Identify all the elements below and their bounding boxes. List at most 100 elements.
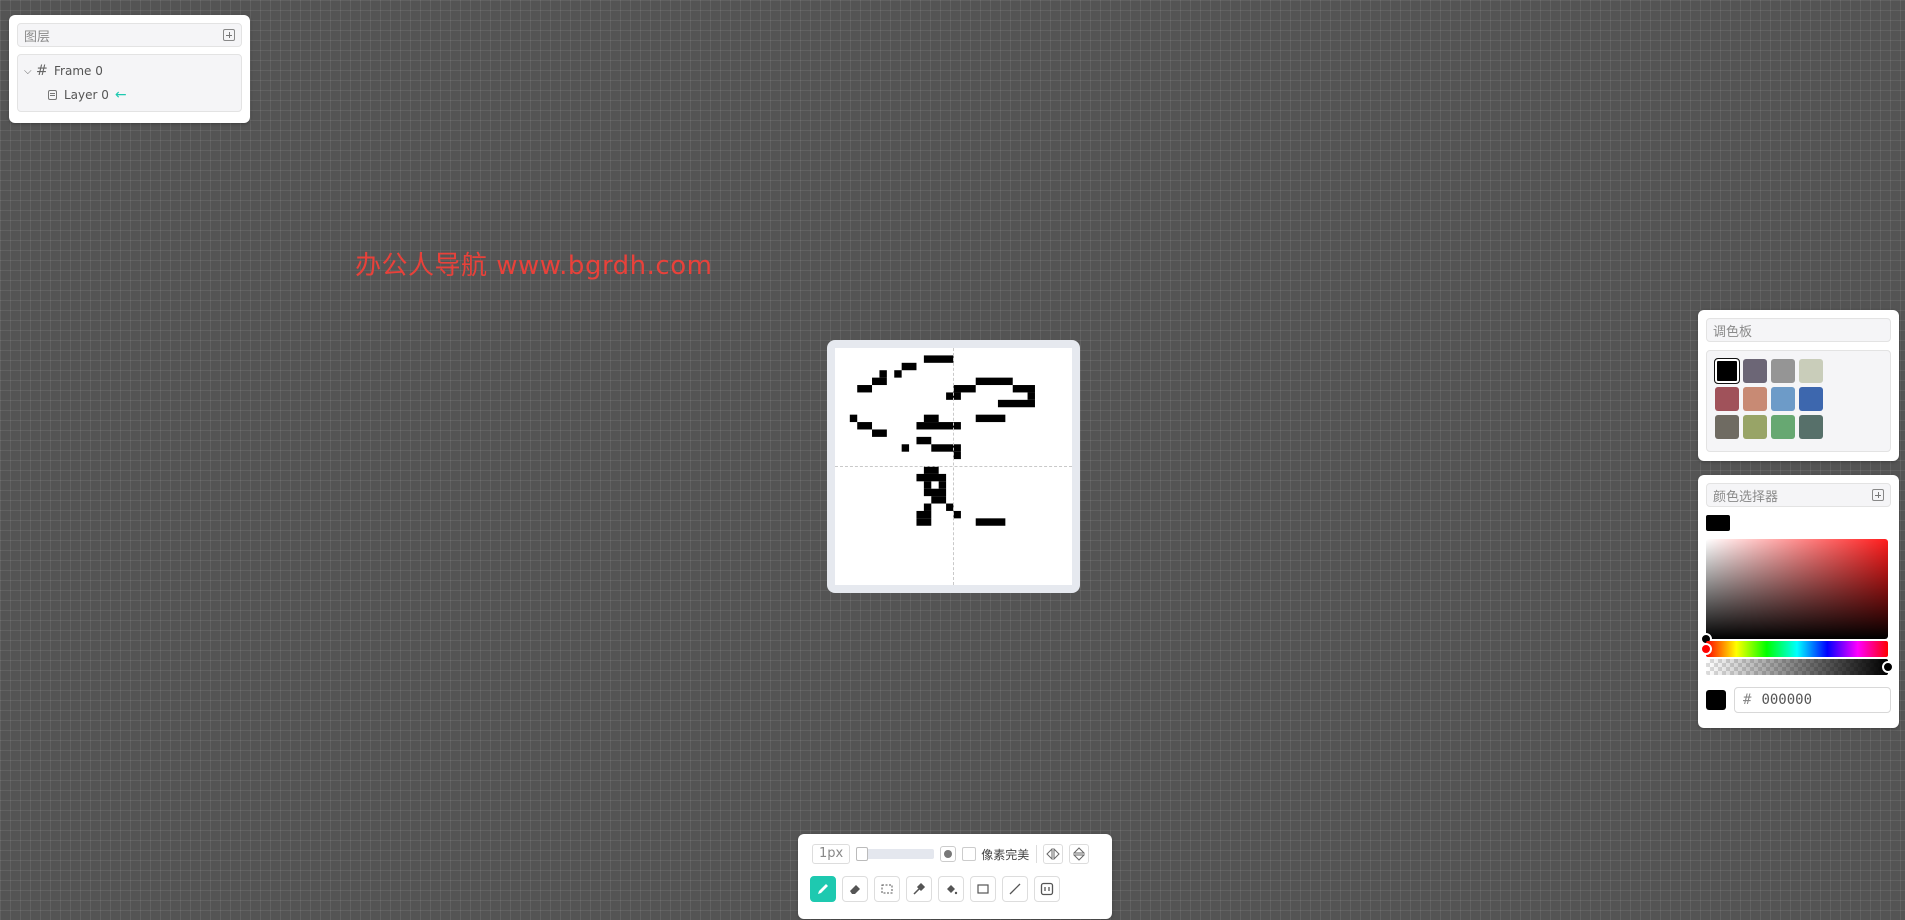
frame-tool-button[interactable]: [1034, 876, 1060, 902]
hex-input-wrapper: #: [1734, 687, 1891, 713]
drawn-pixel: [923, 414, 939, 423]
add-layer-icon[interactable]: [223, 29, 235, 41]
palette-panel: 调色板: [1698, 310, 1899, 461]
frame-icon: [1040, 882, 1054, 896]
brush-size-thumb[interactable]: [856, 847, 869, 861]
hue-handle[interactable]: [1700, 643, 1712, 655]
mirror-vertical-button[interactable]: [1069, 844, 1090, 864]
active-layer-arrow-icon: ←: [114, 87, 127, 103]
brush-size-value[interactable]: 1px: [812, 844, 851, 864]
palette-swatch[interactable]: [1799, 359, 1823, 383]
drawn-pixel: [923, 503, 932, 511]
toolbar-divider: [1036, 845, 1038, 863]
saturation-value-area[interactable]: [1700, 539, 1888, 645]
brush-options-row: 1px 像素完美: [810, 842, 1100, 866]
fill-tool-button[interactable]: [938, 876, 964, 902]
mirror-vertical-icon: [1073, 847, 1086, 861]
horizontal-center-guide: [835, 466, 1072, 467]
drawn-pixel: [953, 385, 976, 393]
frame-label: Frame 0: [54, 64, 103, 78]
color-picker-title: 颜色选择器: [1713, 489, 1779, 505]
rectangle-tool-button[interactable]: [970, 876, 996, 902]
drawn-pixel: [931, 444, 961, 452]
palette-swatch[interactable]: [1771, 359, 1795, 383]
drawn-pixel: [872, 429, 887, 437]
drawn-pixel: [872, 377, 887, 386]
hex-input[interactable]: [1759, 691, 1874, 709]
drawn-pixel: [916, 436, 932, 445]
brush-shape-button[interactable]: [940, 846, 957, 862]
drawn-pixel: [916, 473, 947, 482]
drawn-pixel: [857, 422, 873, 430]
drawn-pixel: [901, 444, 910, 452]
drawn-pixel: [923, 355, 954, 363]
layer-icon: [48, 90, 57, 100]
palette-swatch[interactable]: [1799, 387, 1823, 411]
canvas-frame: [827, 340, 1080, 593]
layer-label: Layer 0: [64, 88, 109, 102]
rectangle-icon: [977, 884, 989, 894]
select-tool-button[interactable]: [874, 876, 900, 902]
drawn-pixel: [916, 510, 932, 519]
eraser-icon: [850, 885, 860, 894]
eyedropper-icon: [913, 882, 926, 895]
pencil-icon: [818, 884, 828, 894]
palette-swatch[interactable]: [1715, 387, 1739, 411]
tree-item-layer[interactable]: Layer 0 ←: [24, 83, 235, 107]
add-color-icon[interactable]: [1872, 489, 1884, 501]
watermark-text: 办公人导航 www.bgrdh.com: [355, 251, 713, 281]
swatch-grid: [1714, 358, 1882, 439]
chevron-down-icon[interactable]: ⌵: [24, 66, 36, 77]
palette-swatch[interactable]: [1743, 387, 1767, 411]
color-picker-panel: 颜色选择器 #: [1698, 475, 1899, 728]
drawn-pixel: [879, 370, 887, 378]
drawn-pixel: [931, 496, 947, 504]
layers-panel-header: 图层: [17, 23, 242, 47]
color-picker-header: 颜色选择器: [1706, 483, 1891, 507]
layers-panel: 图层 ⌵ # Frame 0 Layer 0 ←: [9, 15, 250, 123]
drawing-canvas[interactable]: [835, 348, 1072, 585]
line-icon: [1009, 883, 1021, 895]
tool-buttons-row: [810, 876, 1100, 902]
drawn-pixel: [916, 422, 961, 430]
hex-row: #: [1706, 687, 1891, 713]
drawn-pixel: [1027, 392, 1035, 400]
pixel-perfect-label: 像素完美: [981, 847, 1030, 862]
current-color-preview: [1706, 515, 1730, 531]
alpha-handle[interactable]: [1882, 661, 1894, 673]
palette-swatch[interactable]: [1743, 359, 1767, 383]
mirror-horizontal-button[interactable]: [1043, 844, 1064, 864]
drawn-pixel: [923, 488, 947, 497]
drawn-pixel: [953, 510, 961, 519]
palette-swatch[interactable]: [1771, 415, 1795, 439]
palette-swatch[interactable]: [1771, 387, 1795, 411]
alpha-slider[interactable]: [1706, 659, 1894, 675]
tool-toolbar: 1px 像素完美: [798, 834, 1112, 919]
drawn-pixel: [953, 451, 961, 460]
swatch-container: [1706, 350, 1891, 452]
eraser-tool-button[interactable]: [842, 876, 868, 902]
tree-item-frame[interactable]: ⌵ # Frame 0: [24, 59, 235, 83]
palette-swatch[interactable]: [1799, 415, 1823, 439]
palette-panel-header: 调色板: [1706, 318, 1891, 342]
drawn-pixel: [923, 466, 939, 474]
palette-swatch[interactable]: [1714, 358, 1740, 384]
line-tool-button[interactable]: [1002, 876, 1028, 902]
drawn-pixel: [1012, 385, 1035, 393]
eyedropper-tool-button[interactable]: [906, 876, 932, 902]
palette-swatch[interactable]: [1743, 415, 1767, 439]
layers-panel-title: 图层: [24, 29, 51, 45]
drawn-pixel: [997, 399, 1035, 408]
hue-slider[interactable]: [1700, 641, 1888, 657]
drawn-pixel: [923, 481, 932, 489]
brush-size-slider[interactable]: [856, 847, 935, 861]
circle-icon: [944, 850, 953, 858]
marquee-select-icon: [881, 884, 893, 894]
drawn-pixel: [894, 370, 902, 378]
pixel-perfect-checkbox[interactable]: [962, 847, 977, 861]
drawn-pixel: [975, 377, 1013, 386]
palette-swatch[interactable]: [1715, 415, 1739, 439]
drawn-pixel: [849, 414, 858, 423]
pencil-tool-button[interactable]: [810, 876, 836, 902]
drawn-pixel: [857, 385, 873, 393]
